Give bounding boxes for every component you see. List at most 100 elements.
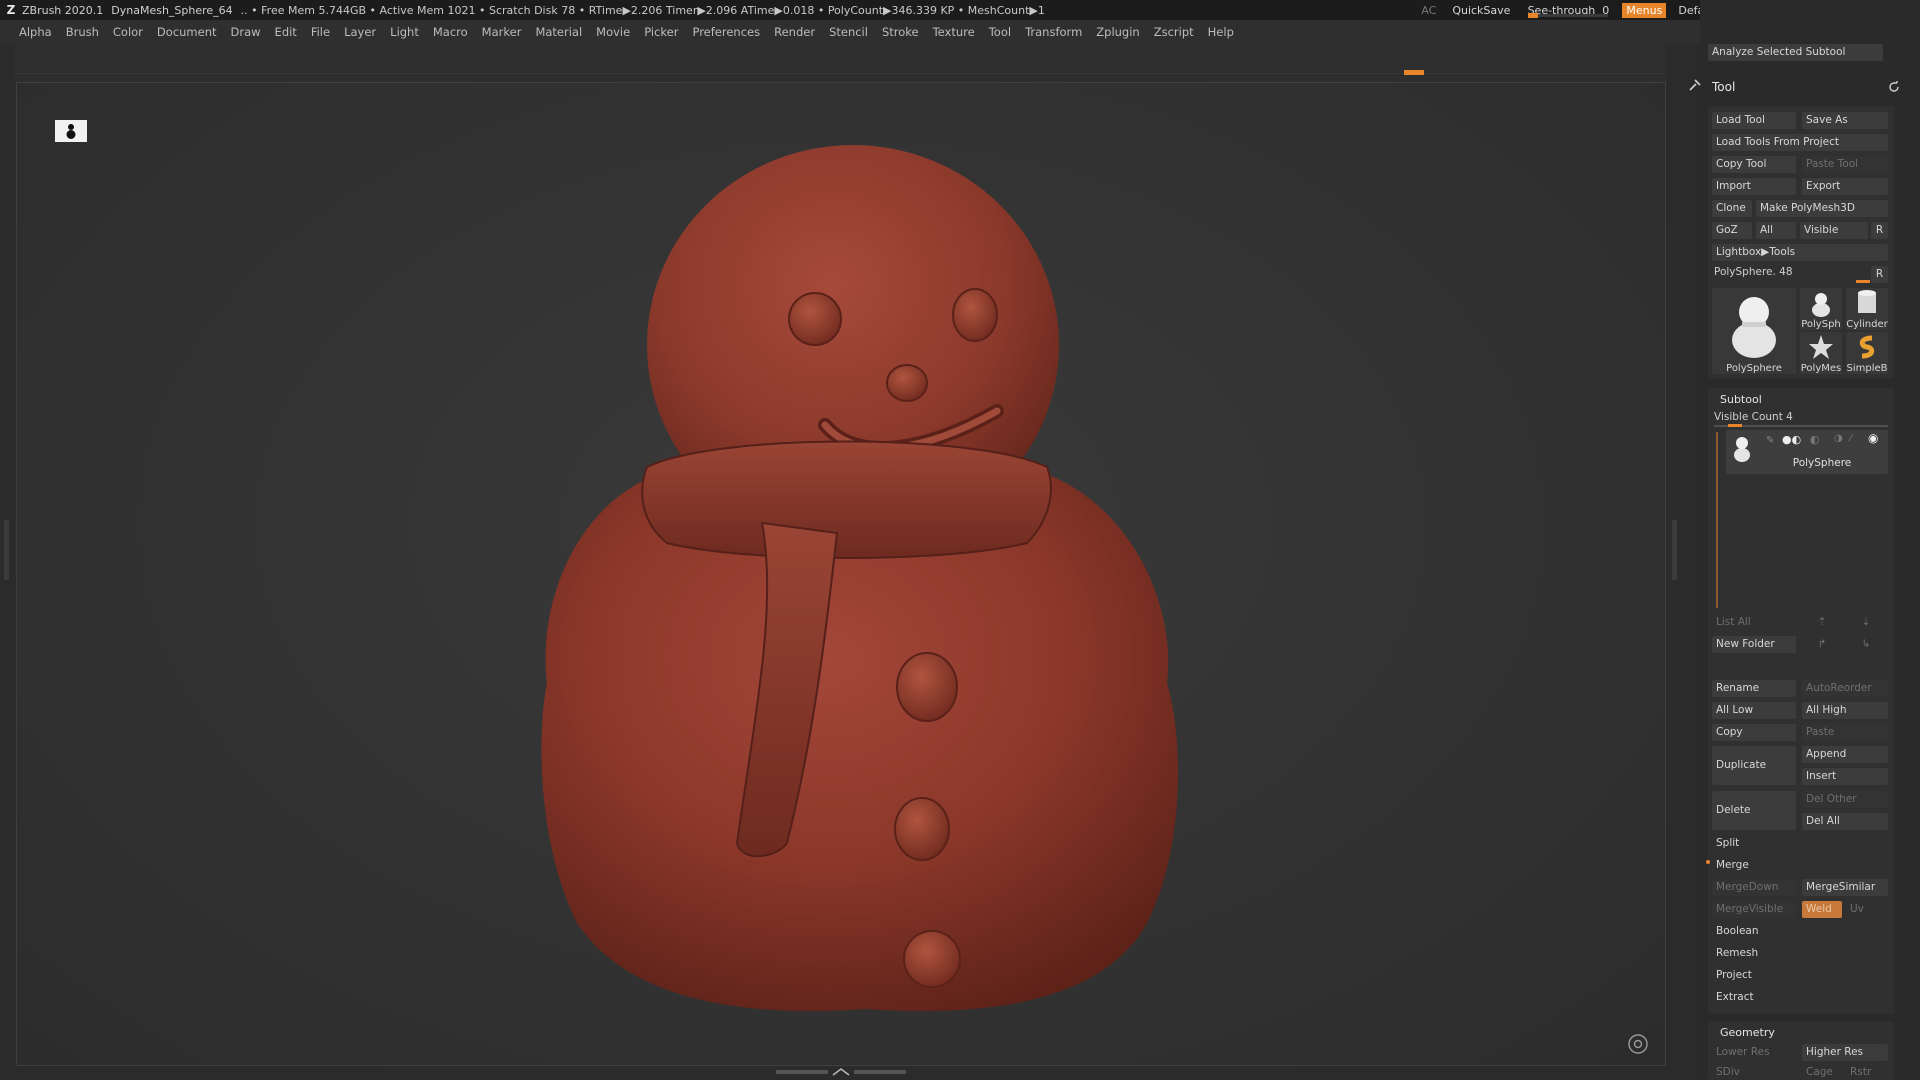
higher-res-button[interactable]: Higher Res [1802, 1044, 1888, 1061]
menu-movie[interactable]: Movie [596, 25, 630, 39]
eye-visibility-icon[interactable]: ◉ [1868, 431, 1878, 445]
shelf-orange-marker[interactable] [1404, 70, 1424, 75]
menu-stencil[interactable]: Stencil [829, 25, 868, 39]
folder-down-icon[interactable]: ↳ [1854, 636, 1878, 653]
list-all-button[interactable]: List All [1712, 614, 1796, 631]
insert-button[interactable]: Insert [1802, 768, 1888, 785]
project-menu[interactable]: Project [1712, 967, 1888, 984]
left-tray-handle[interactable] [4, 520, 9, 580]
menu-material[interactable]: Material [535, 25, 582, 39]
tool-palette-title[interactable]: Tool [1712, 80, 1735, 94]
merge-down-button[interactable]: MergeDown [1712, 879, 1796, 896]
ac-indicator[interactable]: AC [1421, 4, 1436, 17]
merge-visible-button[interactable]: MergeVisible [1712, 901, 1796, 918]
subtool-toggle-icon[interactable]: ●◐ [1782, 433, 1801, 446]
export-button[interactable]: Export [1802, 178, 1888, 195]
menu-macro[interactable]: Macro [433, 25, 468, 39]
menu-draw[interactable]: Draw [231, 25, 261, 39]
menu-alpha[interactable]: Alpha [19, 25, 52, 39]
import-button[interactable]: Import [1712, 178, 1796, 195]
menu-edit[interactable]: Edit [275, 25, 297, 39]
tool-thumb-simplebrush[interactable]: SimpleB [1846, 332, 1888, 374]
tool-thumb-polysphere-large[interactable]: PolySphere [1712, 288, 1796, 374]
all-low-button[interactable]: All Low [1712, 702, 1796, 719]
subtool-title[interactable]: Subtool [1720, 393, 1762, 406]
lower-res-button[interactable]: Lower Res [1712, 1044, 1796, 1061]
see-through-slider[interactable]: See-through 0 [1524, 2, 1612, 18]
subtool-brush-icon[interactable]: ✎ [1766, 435, 1774, 446]
del-all-button[interactable]: Del All [1802, 813, 1888, 830]
extract-menu[interactable]: Extract [1712, 989, 1888, 1006]
see-through-knob[interactable] [1528, 13, 1539, 18]
folder-up-icon[interactable]: ↱ [1810, 636, 1834, 653]
remesh-menu[interactable]: Remesh [1712, 945, 1888, 962]
goz-visible-button[interactable]: Visible [1800, 222, 1868, 239]
merge-menu[interactable]: Merge [1712, 857, 1888, 874]
auto-reorder-button[interactable]: AutoReorder [1802, 680, 1888, 697]
delete-button[interactable]: Delete [1712, 791, 1796, 830]
goz-r-button[interactable]: R [1871, 222, 1888, 239]
all-high-button[interactable]: All High [1802, 702, 1888, 719]
menu-render[interactable]: Render [774, 25, 815, 39]
lightbox-tools-button[interactable]: Lightbox▶Tools [1712, 244, 1888, 261]
tool-thumb-cylinder[interactable]: Cylinder [1846, 288, 1888, 330]
load-tools-from-project-button[interactable]: Load Tools From Project [1712, 134, 1888, 151]
subtool-polypaint-icon[interactable]: ◐ [1810, 433, 1820, 446]
copy-button[interactable]: Copy [1712, 724, 1796, 741]
new-folder-button[interactable]: New Folder [1712, 636, 1796, 653]
menu-light[interactable]: Light [390, 25, 419, 39]
tool-slider-knob[interactable] [1856, 280, 1870, 283]
menus-toggle-button[interactable]: Menus [1622, 2, 1667, 18]
menu-marker[interactable]: Marker [482, 25, 522, 39]
del-other-button[interactable]: Del Other [1802, 791, 1888, 808]
menu-layer[interactable]: Layer [344, 25, 376, 39]
menu-brush[interactable]: Brush [66, 25, 99, 39]
chevron-up-icon[interactable] [831, 1068, 851, 1076]
uv-toggle[interactable]: Uv [1846, 901, 1876, 918]
save-as-button[interactable]: Save As [1802, 112, 1888, 129]
boolean-menu[interactable]: Boolean [1712, 923, 1888, 940]
subtool-material-icon[interactable]: ◑ [1834, 433, 1843, 444]
weld-toggle[interactable]: Weld [1802, 901, 1842, 918]
subtool-pen-icon[interactable]: ⁄ [1850, 433, 1852, 444]
goz-button[interactable]: GoZ [1712, 222, 1752, 239]
tool-r-button[interactable]: R [1871, 266, 1888, 283]
cage-button[interactable]: Cage [1802, 1065, 1842, 1080]
rename-button[interactable]: Rename [1712, 680, 1796, 697]
move-up-arrow-icon[interactable]: ⇡ [1810, 614, 1834, 631]
visible-count-knob[interactable] [1728, 424, 1742, 427]
goz-all-button[interactable]: All [1756, 222, 1796, 239]
move-down-arrow-icon[interactable]: ⇣ [1854, 614, 1878, 631]
menu-stroke[interactable]: Stroke [882, 25, 919, 39]
menu-texture[interactable]: Texture [933, 25, 975, 39]
menu-document[interactable]: Document [157, 25, 217, 39]
refresh-icon[interactable] [1888, 81, 1900, 93]
geometry-title[interactable]: Geometry [1720, 1026, 1775, 1039]
split-menu[interactable]: Split [1712, 835, 1888, 852]
menu-help[interactable]: Help [1208, 25, 1234, 39]
paste-tool-button[interactable]: Paste Tool [1802, 156, 1888, 173]
menu-zplugin[interactable]: Zplugin [1096, 25, 1139, 39]
menu-file[interactable]: File [311, 25, 330, 39]
right-tray-handle[interactable] [1672, 520, 1677, 580]
copy-tool-button[interactable]: Copy Tool [1712, 156, 1796, 173]
viewport-canvas[interactable] [16, 82, 1666, 1066]
paste-button[interactable]: Paste [1802, 724, 1888, 741]
menu-preferences[interactable]: Preferences [692, 25, 760, 39]
menu-color[interactable]: Color [113, 25, 143, 39]
merge-similar-button[interactable]: MergeSimilar [1802, 879, 1888, 896]
clone-button[interactable]: Clone [1712, 200, 1752, 217]
duplicate-button[interactable]: Duplicate [1712, 746, 1796, 785]
tool-thumb-polysphere-small[interactable]: PolySph [1800, 288, 1842, 330]
tool-thumb-polymesh[interactable]: PolyMes [1800, 332, 1842, 374]
analyze-selected-subtool-button[interactable]: Analyze Selected Subtool [1708, 44, 1883, 61]
make-polymesh3d-button[interactable]: Make PolyMesh3D [1756, 200, 1888, 217]
load-tool-button[interactable]: Load Tool [1712, 112, 1796, 129]
menu-picker[interactable]: Picker [644, 25, 678, 39]
sdiv-slider[interactable]: SDiv [1712, 1065, 1772, 1080]
quicksave-button[interactable]: QuickSave [1452, 4, 1510, 17]
subtool-item-polysphere[interactable]: ✎ ●◐ ◐ ◑ ⁄ ◉ PolySphere [1726, 430, 1888, 474]
menu-tool[interactable]: Tool [989, 25, 1011, 39]
subtool-list-scrollbar[interactable] [1716, 432, 1718, 608]
bottom-tray-handle[interactable] [776, 1068, 906, 1076]
